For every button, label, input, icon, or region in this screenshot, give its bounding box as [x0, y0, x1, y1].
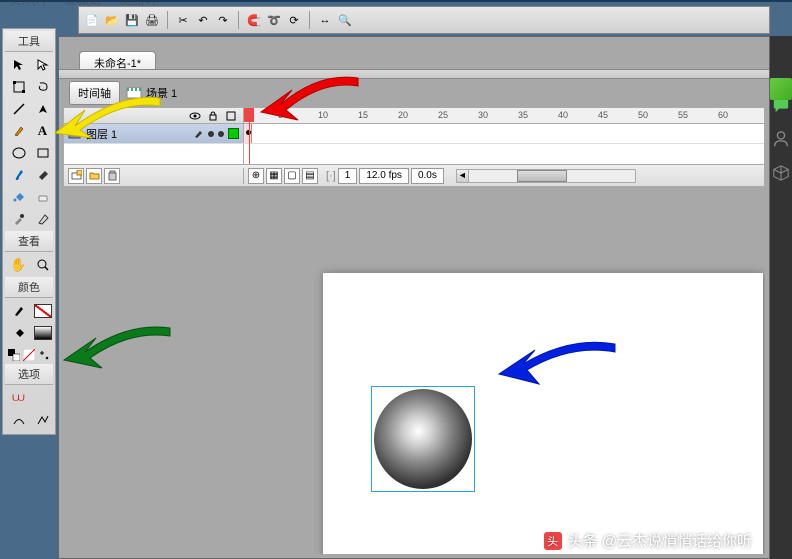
fill-swatch[interactable] [31, 322, 54, 343]
timeline-panel: 1 5 10 15 20 25 30 35 40 45 50 55 60 图层 … [63, 107, 765, 187]
free-transform-icon[interactable] [7, 76, 30, 97]
frames-area[interactable] [244, 124, 764, 143]
layer-icon [68, 127, 82, 141]
view-title: 查看 [5, 231, 53, 252]
layer-pencil-icon [194, 129, 204, 139]
options-title: 选项 [5, 364, 53, 385]
hand-tool-icon[interactable]: ✋ [7, 254, 30, 275]
timeline-ruler[interactable]: 1 5 10 15 20 25 30 35 40 45 50 55 60 [244, 108, 764, 123]
current-frame: 1 [338, 168, 358, 184]
onion-skin-icon[interactable]: ▦ [266, 168, 282, 184]
oval-tool-icon[interactable] [7, 142, 30, 163]
selection-bounds [371, 386, 475, 492]
timeline-button[interactable]: 时间轴 [69, 81, 120, 105]
no-color-icon[interactable] [22, 347, 36, 362]
snap-icon[interactable]: 🧲 [245, 11, 263, 29]
zoom-icon[interactable]: 🔍 [336, 11, 354, 29]
color-title: 颜色 [5, 277, 53, 298]
pen-tool-icon[interactable] [31, 98, 54, 119]
undo-icon[interactable]: ↶ [194, 11, 212, 29]
smooth-option-icon[interactable] [7, 409, 30, 430]
rotate-icon[interactable]: ⟳ [285, 11, 303, 29]
document-area: 未命名-1* 时间轴 场景 1 1 5 10 15 20 25 30 35 [58, 36, 770, 559]
scene-label: 场景 1 [146, 85, 177, 101]
line-tool-icon[interactable] [7, 98, 30, 119]
straighten-option-icon[interactable] [31, 409, 54, 430]
stage[interactable] [323, 273, 763, 554]
scene-icon [126, 86, 142, 100]
ink-bottle-icon[interactable] [31, 208, 54, 229]
outline-icon[interactable] [225, 110, 237, 122]
paint-bucket-icon[interactable] [7, 186, 30, 207]
swap-colors-icon[interactable] [37, 347, 51, 362]
new-folder-icon[interactable] [86, 168, 102, 184]
cube-icon[interactable] [772, 164, 790, 182]
right-dock [770, 36, 792, 559]
layer-name: 图层 1 [86, 126, 117, 142]
new-doc-icon[interactable]: 📄 [83, 11, 101, 29]
watermark-logo-icon: 头 [544, 532, 562, 550]
layer-vis-dot[interactable] [208, 131, 214, 137]
stroke-color-icon[interactable] [7, 300, 30, 321]
layer-outline-box[interactable] [228, 128, 239, 139]
time-display: 0.0s [411, 168, 444, 184]
new-layer-icon[interactable] [68, 168, 84, 184]
cut-icon[interactable]: ✂ [174, 11, 192, 29]
scene-selector[interactable]: 场景 1 [126, 85, 177, 101]
layer-lock-dot[interactable] [218, 131, 224, 137]
center-frame-icon[interactable]: ⊕ [248, 168, 264, 184]
magnet-option-icon[interactable]: ⩊ [7, 387, 30, 408]
fill-color-icon[interactable] [7, 322, 30, 343]
timeline-scrollbar[interactable]: ◄ [456, 169, 636, 183]
canvas-viewport[interactable] [63, 193, 765, 554]
onion-outline-icon[interactable]: ▢ [284, 168, 300, 184]
user-icon[interactable] [772, 130, 790, 148]
edit-multi-icon[interactable]: ▤ [302, 168, 318, 184]
avatar-icon[interactable] [770, 78, 792, 100]
selection-tool-icon[interactable] [7, 54, 30, 75]
layer-row[interactable]: 图层 1 [64, 124, 764, 144]
brush-tool-icon[interactable] [7, 164, 30, 185]
print-icon[interactable]: 🖨 [143, 11, 161, 29]
eraser-tool-icon[interactable] [31, 186, 54, 207]
redo-icon[interactable]: ↷ [214, 11, 232, 29]
watermark: 头 头条 @云杰说悄悄话给你听 [544, 530, 752, 551]
main-toolbar: 📄 📂 💾 🖨 ✂ ↶ ↷ 🧲 ➰ ⟳ ↔ 🔍 [78, 6, 770, 34]
rectangle-tool-icon[interactable] [31, 142, 54, 163]
save-icon[interactable]: 💾 [123, 11, 141, 29]
smooth-icon[interactable]: ➰ [265, 11, 283, 29]
tools-panel: 工具 A 查看 ✋ 颜色 选项 ⩊ [2, 28, 56, 435]
fps-display: 12.0 fps [359, 168, 409, 184]
default-colors-icon[interactable] [7, 347, 21, 362]
lasso-tool-icon[interactable] [31, 76, 54, 97]
visibility-icon[interactable] [189, 110, 201, 122]
pencil-tool-icon[interactable] [7, 120, 30, 141]
open-icon[interactable]: 📂 [103, 11, 121, 29]
tools-title: 工具 [5, 31, 53, 52]
delete-layer-icon[interactable] [104, 168, 120, 184]
ink-tool-icon[interactable] [31, 164, 54, 185]
zoom-tool-icon[interactable] [31, 254, 54, 275]
eyedropper-icon[interactable] [7, 208, 30, 229]
option-2-icon[interactable] [31, 387, 54, 408]
lock-header-icon[interactable] [207, 110, 219, 122]
align-icon[interactable]: ↔ [316, 11, 334, 29]
subselect-tool-icon[interactable] [31, 54, 54, 75]
text-tool-icon[interactable]: A [31, 120, 54, 141]
stroke-swatch[interactable] [31, 300, 54, 321]
